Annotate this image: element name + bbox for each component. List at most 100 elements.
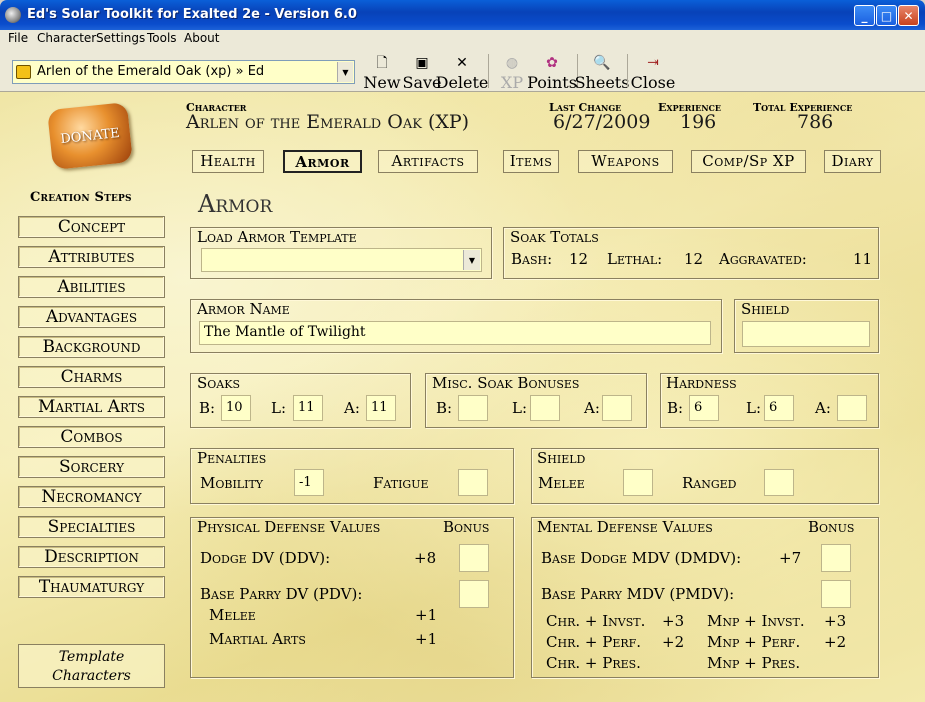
menu-settings[interactable]: Settings [96,31,145,45]
menu-file[interactable]: File [8,31,28,45]
mdv-row-value: +3 [824,612,847,630]
close-window-button[interactable]: ✕ [898,5,919,26]
tab-weapons[interactable]: Weapons [578,150,673,173]
misc-aggravated-input[interactable] [602,395,632,421]
aggravated-label: Aggravated: [719,250,807,268]
step-advantages[interactable]: Advantages [18,306,165,328]
soak-bashing-input[interactable]: 10 [221,395,251,421]
hardness-lethal-input[interactable]: 6 [764,395,794,421]
step-description[interactable]: Description [18,546,165,568]
main-panel: DONATE Creation Steps Concept Attributes… [0,92,925,702]
creation-steps-title: Creation Steps [30,190,132,205]
shield-name-label: Shield [741,300,790,318]
experience-value: 196 [680,111,717,133]
soak-l-label: L: [271,399,287,417]
sheets-button[interactable]: 🔍 Sheets [575,54,630,92]
tab-artifacts[interactable]: Artifacts [378,150,478,173]
dodge-dv-value: +8 [414,549,437,567]
app-icon [5,7,21,23]
tab-health[interactable]: Health [192,150,264,173]
menu-character[interactable]: Character [37,31,96,45]
tab-comp-sp-xp[interactable]: Comp/Sp XP [691,150,806,173]
fatigue-input[interactable] [458,469,488,496]
step-background[interactable]: Background [18,336,165,358]
chevron-down-icon[interactable]: ▼ [337,62,353,82]
xp-button[interactable]: ◍ XP [500,54,524,92]
melee-pdv-value: +1 [415,606,438,624]
melee-pdv-label: Melee [209,606,256,624]
template-characters-button[interactable]: Template Characters [18,644,165,688]
dodge-mdv-value: +7 [779,549,802,567]
step-concept[interactable]: Concept [18,216,165,238]
hardness-bashing-input[interactable]: 6 [689,395,719,421]
section-title: Armor [198,190,273,218]
window-title: Ed's Solar Toolkit for Exalted 2e - Vers… [27,7,357,22]
physical-dv-label: Physical Defense Values [197,518,381,536]
step-attributes[interactable]: Attributes [18,246,165,268]
floppy-disk-icon: ▣ [415,55,429,71]
parry-mdv-bonus-input[interactable] [821,580,851,608]
shield-melee-input[interactable] [623,469,653,496]
mdv-row-label: Mnp + Pres. [707,654,801,672]
armor-template-select[interactable] [201,248,482,272]
mobility-input[interactable]: -1 [294,469,324,496]
step-specialties[interactable]: Specialties [18,516,165,538]
mdv-row-value: +3 [662,612,685,630]
mdv-row-label: Chr. + Perf. [546,633,642,651]
close-button[interactable]: ⇥ Close [631,54,676,92]
misc-lethal-input[interactable] [530,395,560,421]
martial-arts-pdv-label: Martial Arts [209,630,306,648]
tab-armor[interactable]: Armor [283,150,362,173]
shield-name-input[interactable] [742,321,870,347]
soak-lethal-input[interactable]: 11 [293,395,323,421]
xp-disc-icon: ◍ [505,55,519,71]
bash-label: Bash: [511,250,553,268]
step-necromancy[interactable]: Necromancy [18,486,165,508]
chevron-down-icon[interactable]: ▼ [463,250,480,270]
tab-diary[interactable]: Diary [824,150,881,173]
donate-button[interactable]: DONATE [47,101,133,171]
new-button[interactable]: 🗋 New [363,54,400,92]
delete-button[interactable]: ✕ Delete [436,54,489,92]
physical-bonus-label: Bonus [443,518,490,536]
menu-tools[interactable]: Tools [147,31,177,45]
dodge-dv-bonus-input[interactable] [459,544,489,572]
minimize-button[interactable]: _ [854,5,875,26]
new-file-icon: 🗋 [376,55,388,71]
last-change-value: 6/27/2009 [553,111,651,133]
hardness-aggravated-input[interactable] [837,395,867,421]
misc-bashing-input[interactable] [458,395,488,421]
step-charms[interactable]: Charms [18,366,165,388]
dodge-mdv-bonus-input[interactable] [821,544,851,572]
step-abilities[interactable]: Abilities [18,276,165,298]
lethal-total: 12 [684,250,704,268]
magnifier-page-icon: 🔍 [593,55,611,71]
step-thaumaturgy[interactable]: Thaumaturgy [18,576,165,598]
character-select[interactable]: Arlen of the Emerald Oak (xp) » Ed ▼ [12,60,355,84]
load-template-label: Load Armor Template [197,228,357,246]
shield-ranged-input[interactable] [764,469,794,496]
mdv-row-label: Chr. + Invst. [546,612,646,630]
penalties-label: Penalties [197,449,267,467]
step-sorcery[interactable]: Sorcery [18,456,165,478]
dodge-dv-label: Dodge DV (DDV): [200,549,331,567]
mental-dv-label: Mental Defense Values [537,518,713,536]
soak-aggravated-input[interactable]: 11 [366,395,396,421]
step-martial-arts[interactable]: Martial Arts [18,396,165,418]
parry-mdv-label: Base Parry MDV (PMDV): [541,585,735,603]
armor-name-input[interactable]: The Mantle of Twilight [199,321,711,345]
x-icon: ✕ [456,55,468,71]
mdv-row-value: +2 [662,633,685,651]
armor-name-label: Armor Name [197,300,290,318]
maximize-button[interactable]: □ [876,5,897,26]
parry-dv-bonus-input[interactable] [459,580,489,608]
save-button[interactable]: ▣ Save [403,54,442,92]
step-combos[interactable]: Combos [18,426,165,448]
soak-totals-label: Soak Totals [510,228,599,246]
parry-dv-label: Base Parry DV (PDV): [200,585,363,603]
hardness-l-label: L: [746,399,762,417]
tab-items[interactable]: Items [503,150,559,173]
points-button[interactable]: ✿ Points [527,54,577,92]
bash-total: 12 [569,250,589,268]
menu-about[interactable]: About [184,31,219,45]
